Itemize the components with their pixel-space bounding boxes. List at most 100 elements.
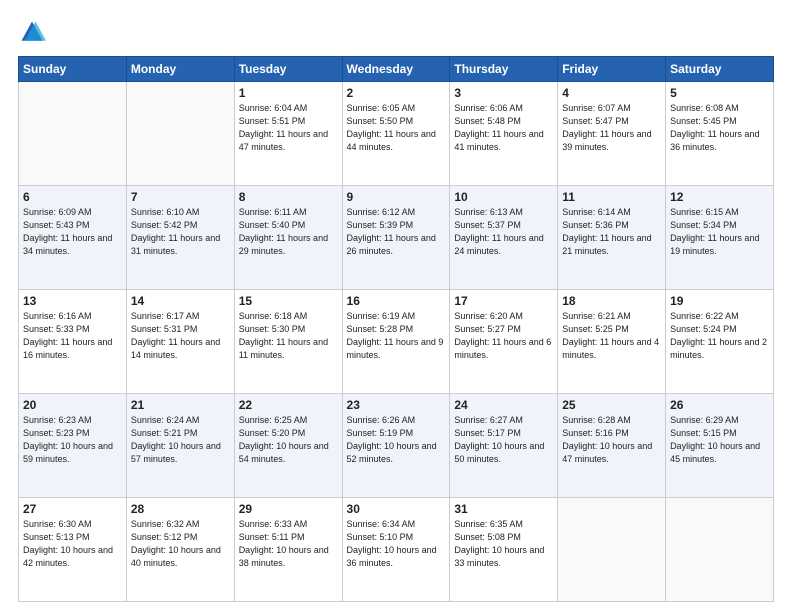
day-number: 12 [670, 190, 769, 204]
day-cell: 29Sunrise: 6:33 AM Sunset: 5:11 PM Dayli… [234, 498, 342, 602]
day-number: 13 [23, 294, 122, 308]
weekday-header-friday: Friday [558, 57, 666, 82]
day-cell: 10 Sunrise: 6:13 AM Sunset: 5:37 PM Dayli… [450, 186, 558, 290]
day-cell: 11Sunrise: 6:14 AM Sunset: 5:36 PM Dayli… [558, 186, 666, 290]
day-cell: 9 Sunrise: 6:12 AM Sunset: 5:39 PM Daylig… [342, 186, 450, 290]
page: SundayMondayTuesdayWednesdayThursdayFrid… [0, 0, 792, 612]
day-number: 20 [23, 398, 122, 412]
day-cell: 19 Sunrise: 6:22 AM Sunset: 5:24 PM Dayli… [666, 290, 774, 394]
day-cell: 15 Sunrise: 6:18 AM Sunset: 5:30 PM Dayli… [234, 290, 342, 394]
week-row-3: 13Sunrise: 6:16 AM Sunset: 5:33 PM Dayli… [19, 290, 774, 394]
day-info: Sunrise: 6:11 AM Sunset: 5:40 PM Dayligh… [239, 206, 338, 258]
day-cell [19, 82, 127, 186]
day-info: Sunrise: 6:26 AM Sunset: 5:19 PM Dayligh… [347, 414, 446, 466]
day-info: Sunrise: 6:05 AM Sunset: 5:50 PM Dayligh… [347, 102, 446, 154]
day-number: 30 [347, 502, 446, 516]
day-info: Sunrise: 6:18 AM Sunset: 5:30 PM Dayligh… [239, 310, 338, 362]
day-number: 1 [239, 86, 338, 100]
day-cell: 8 Sunrise: 6:11 AM Sunset: 5:40 PM Daylig… [234, 186, 342, 290]
day-number: 2 [347, 86, 446, 100]
weekday-header-wednesday: Wednesday [342, 57, 450, 82]
day-number: 9 [347, 190, 446, 204]
day-info: Sunrise: 6:06 AM Sunset: 5:48 PM Dayligh… [454, 102, 553, 154]
weekday-header-saturday: Saturday [666, 57, 774, 82]
day-number: 5 [670, 86, 769, 100]
day-cell: 30 Sunrise: 6:34 AM Sunset: 5:10 PM Dayli… [342, 498, 450, 602]
weekday-header-tuesday: Tuesday [234, 57, 342, 82]
day-info: Sunrise: 6:24 AM Sunset: 5:21 PM Dayligh… [131, 414, 230, 466]
logo [18, 18, 50, 46]
day-info: Sunrise: 6:22 AM Sunset: 5:24 PM Dayligh… [670, 310, 769, 362]
day-number: 8 [239, 190, 338, 204]
day-cell: 27Sunrise: 6:30 AM Sunset: 5:13 PM Dayli… [19, 498, 127, 602]
day-info: Sunrise: 6:35 AM Sunset: 5:08 PM Dayligh… [454, 518, 553, 570]
day-cell: 17 Sunrise: 6:20 AM Sunset: 5:27 PM Dayli… [450, 290, 558, 394]
day-cell: 25 Sunrise: 6:28 AM Sunset: 5:16 PM Dayli… [558, 394, 666, 498]
day-cell: 31Sunrise: 6:35 AM Sunset: 5:08 PM Dayli… [450, 498, 558, 602]
day-number: 21 [131, 398, 230, 412]
day-info: Sunrise: 6:07 AM Sunset: 5:47 PM Dayligh… [562, 102, 661, 154]
day-cell [558, 498, 666, 602]
day-info: Sunrise: 6:10 AM Sunset: 5:42 PM Dayligh… [131, 206, 230, 258]
day-cell: 16 Sunrise: 6:19 AM Sunset: 5:28 PM Dayli… [342, 290, 450, 394]
day-cell: 1 Sunrise: 6:04 AM Sunset: 5:51 PM Daylig… [234, 82, 342, 186]
day-info: Sunrise: 6:34 AM Sunset: 5:10 PM Dayligh… [347, 518, 446, 570]
day-number: 10 [454, 190, 553, 204]
day-info: Sunrise: 6:14 AM Sunset: 5:36 PM Dayligh… [562, 206, 661, 258]
day-cell: 6Sunrise: 6:09 AM Sunset: 5:43 PM Daylig… [19, 186, 127, 290]
day-number: 28 [131, 502, 230, 516]
day-number: 23 [347, 398, 446, 412]
day-info: Sunrise: 6:21 AM Sunset: 5:25 PM Dayligh… [562, 310, 661, 362]
day-info: Sunrise: 6:28 AM Sunset: 5:16 PM Dayligh… [562, 414, 661, 466]
day-cell: 4 Sunrise: 6:07 AM Sunset: 5:47 PM Daylig… [558, 82, 666, 186]
day-cell: 13Sunrise: 6:16 AM Sunset: 5:33 PM Dayli… [19, 290, 127, 394]
day-number: 24 [454, 398, 553, 412]
day-cell: 22 Sunrise: 6:25 AM Sunset: 5:20 PM Dayli… [234, 394, 342, 498]
day-cell: 7Sunrise: 6:10 AM Sunset: 5:42 PM Daylig… [126, 186, 234, 290]
day-number: 6 [23, 190, 122, 204]
day-info: Sunrise: 6:29 AM Sunset: 5:15 PM Dayligh… [670, 414, 769, 466]
weekday-header-sunday: Sunday [19, 57, 127, 82]
logo-icon [18, 18, 46, 46]
day-number: 4 [562, 86, 661, 100]
day-number: 14 [131, 294, 230, 308]
day-cell [126, 82, 234, 186]
day-number: 17 [454, 294, 553, 308]
weekday-header-thursday: Thursday [450, 57, 558, 82]
day-number: 25 [562, 398, 661, 412]
day-cell: 23 Sunrise: 6:26 AM Sunset: 5:19 PM Dayli… [342, 394, 450, 498]
day-number: 22 [239, 398, 338, 412]
header [18, 18, 774, 46]
day-number: 18 [562, 294, 661, 308]
day-cell: 26 Sunrise: 6:29 AM Sunset: 5:15 PM Dayli… [666, 394, 774, 498]
day-cell: 5Sunrise: 6:08 AM Sunset: 5:45 PM Daylig… [666, 82, 774, 186]
day-cell: 2 Sunrise: 6:05 AM Sunset: 5:50 PM Daylig… [342, 82, 450, 186]
day-number: 26 [670, 398, 769, 412]
week-row-4: 20Sunrise: 6:23 AM Sunset: 5:23 PM Dayli… [19, 394, 774, 498]
weekday-header-row: SundayMondayTuesdayWednesdayThursdayFrid… [19, 57, 774, 82]
day-cell: 24 Sunrise: 6:27 AM Sunset: 5:17 PM Dayli… [450, 394, 558, 498]
day-info: Sunrise: 6:12 AM Sunset: 5:39 PM Dayligh… [347, 206, 446, 258]
day-number: 19 [670, 294, 769, 308]
week-row-5: 27Sunrise: 6:30 AM Sunset: 5:13 PM Dayli… [19, 498, 774, 602]
day-cell: 14 Sunrise: 6:17 AM Sunset: 5:31 PM Dayli… [126, 290, 234, 394]
day-number: 3 [454, 86, 553, 100]
week-row-2: 6Sunrise: 6:09 AM Sunset: 5:43 PM Daylig… [19, 186, 774, 290]
day-info: Sunrise: 6:30 AM Sunset: 5:13 PM Dayligh… [23, 518, 122, 570]
day-number: 16 [347, 294, 446, 308]
day-info: Sunrise: 6:25 AM Sunset: 5:20 PM Dayligh… [239, 414, 338, 466]
day-cell: 12Sunrise: 6:15 AM Sunset: 5:34 PM Dayli… [666, 186, 774, 290]
day-info: Sunrise: 6:13 AM Sunset: 5:37 PM Dayligh… [454, 206, 553, 258]
day-cell: 20Sunrise: 6:23 AM Sunset: 5:23 PM Dayli… [19, 394, 127, 498]
day-info: Sunrise: 6:04 AM Sunset: 5:51 PM Dayligh… [239, 102, 338, 154]
day-cell: 3 Sunrise: 6:06 AM Sunset: 5:48 PM Daylig… [450, 82, 558, 186]
day-info: Sunrise: 6:20 AM Sunset: 5:27 PM Dayligh… [454, 310, 553, 362]
weekday-header-monday: Monday [126, 57, 234, 82]
day-info: Sunrise: 6:33 AM Sunset: 5:11 PM Dayligh… [239, 518, 338, 570]
day-cell: 28Sunrise: 6:32 AM Sunset: 5:12 PM Dayli… [126, 498, 234, 602]
day-info: Sunrise: 6:27 AM Sunset: 5:17 PM Dayligh… [454, 414, 553, 466]
day-info: Sunrise: 6:19 AM Sunset: 5:28 PM Dayligh… [347, 310, 446, 362]
day-info: Sunrise: 6:17 AM Sunset: 5:31 PM Dayligh… [131, 310, 230, 362]
week-row-1: 1 Sunrise: 6:04 AM Sunset: 5:51 PM Daylig… [19, 82, 774, 186]
day-number: 15 [239, 294, 338, 308]
